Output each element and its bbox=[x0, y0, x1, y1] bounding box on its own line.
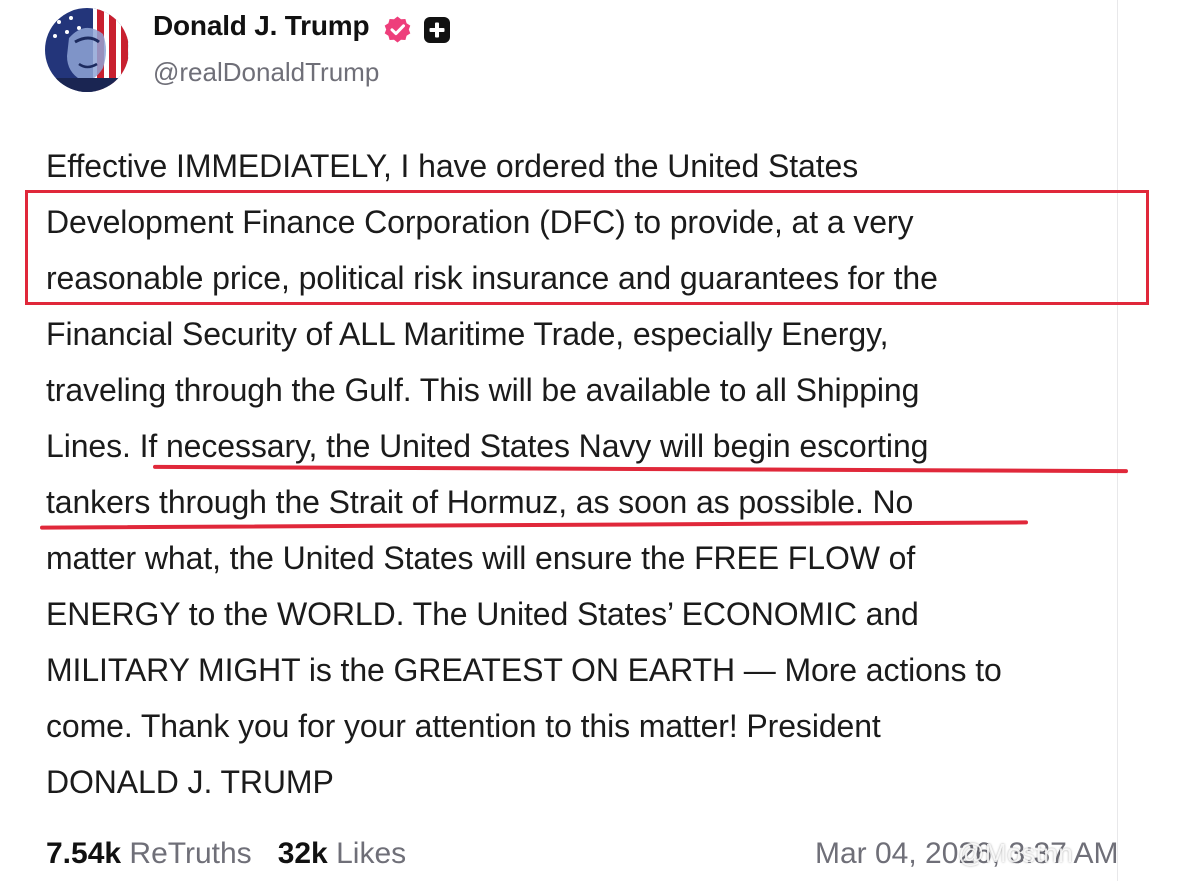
author-handle[interactable]: @realDonaldTrump bbox=[153, 57, 379, 88]
watermark: @Mostnn bbox=[958, 838, 1074, 868]
retruths-stat[interactable]: 7.54k ReTruths bbox=[46, 832, 252, 876]
post-stats: 7.54k ReTruths 32k Likes bbox=[46, 832, 406, 876]
post-line: DONALD J. TRUMP bbox=[46, 764, 334, 800]
retruths-count: 7.54k bbox=[46, 837, 122, 870]
post-line: MILITARY MIGHT is the GREATEST ON EARTH … bbox=[46, 652, 1002, 688]
post-line: traveling through the Gulf. This will be… bbox=[46, 372, 920, 408]
post-line: Effective IMMEDIATELY, I have ordered th… bbox=[46, 148, 859, 184]
verified-badge-icon bbox=[384, 16, 411, 43]
post-line: matter what, the United States will ensu… bbox=[46, 540, 916, 576]
red-highlight-box-annotation bbox=[25, 190, 1149, 305]
post-line: ENERGY to the WORLD. The United States’ … bbox=[46, 596, 919, 632]
likes-count: 32k bbox=[277, 837, 328, 870]
post-line: Financial Security of ALL Maritime Trade… bbox=[46, 316, 889, 352]
plus-badge-icon bbox=[424, 17, 450, 43]
post-line: come. Thank you for your attention to th… bbox=[46, 708, 881, 744]
retruths-label: ReTruths bbox=[129, 837, 252, 870]
author-avatar[interactable] bbox=[45, 8, 129, 92]
likes-label: Likes bbox=[336, 837, 407, 870]
likes-stat[interactable]: 32k Likes bbox=[278, 832, 406, 876]
author-display-name[interactable]: Donald J. Trump bbox=[153, 10, 370, 42]
